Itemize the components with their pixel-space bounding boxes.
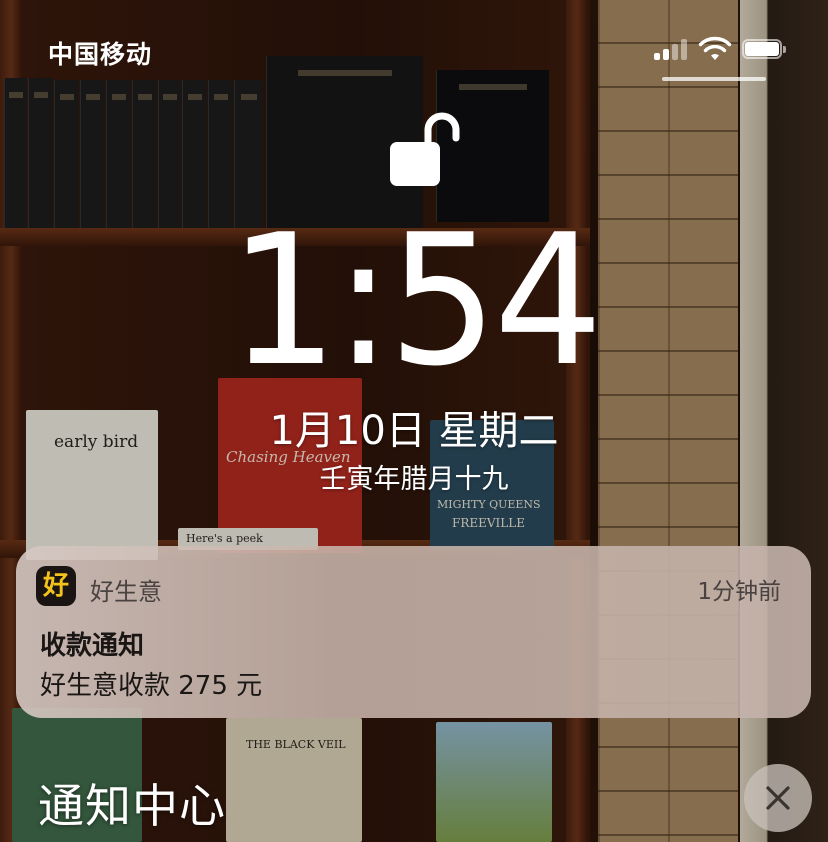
notification-time: 1分钟前 xyxy=(697,579,781,605)
control-center-indicator[interactable] xyxy=(662,77,766,81)
notification-body: 好生意收款 275 元 xyxy=(40,671,263,701)
close-icon xyxy=(766,786,790,810)
notification-center-title: 通知中心 xyxy=(38,779,226,833)
cellular-signal-icon xyxy=(654,38,690,60)
clear-notifications-button[interactable] xyxy=(744,764,812,832)
lock-screen-time: 1:54 xyxy=(0,210,828,391)
notification-app-name: 好生意 xyxy=(90,578,162,606)
app-icon-glyph: 好 xyxy=(42,571,69,601)
battery-icon xyxy=(742,39,786,61)
unlocked-padlock-icon xyxy=(390,112,460,186)
wifi-icon xyxy=(698,36,732,60)
lunar-date: 壬寅年腊月十九 xyxy=(319,464,509,495)
lock-screen-date: 1月10日 星期二 xyxy=(269,408,559,454)
notification-title: 收款通知 xyxy=(40,631,145,661)
app-icon: 好 xyxy=(36,566,76,606)
time-text: 1:54 xyxy=(228,194,603,406)
carrier-name: 中国移动 xyxy=(48,40,153,69)
notification-card[interactable]: 好 好生意 1分钟前 收款通知 好生意收款 275 元 xyxy=(16,546,811,718)
